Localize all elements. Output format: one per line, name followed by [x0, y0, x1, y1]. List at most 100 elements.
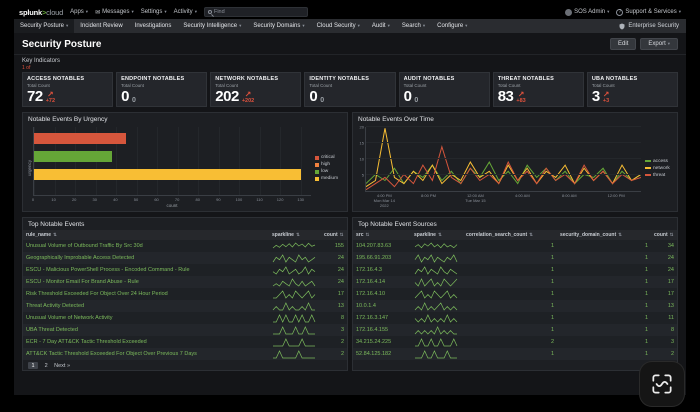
table-row[interactable]: Geographically Improbable Access Detecte…: [23, 252, 347, 264]
find-search-box[interactable]: [203, 7, 308, 17]
rule-name-link[interactable]: UBA Threat Detected: [26, 327, 78, 333]
kpi-access-notables[interactable]: ACCESS NOTABLES Total Count 72 ↗ +72: [22, 72, 114, 107]
count-cell[interactable]: 2: [321, 336, 347, 348]
security-domain-count-cell[interactable]: 1: [557, 276, 651, 288]
src-link[interactable]: 172.16.4.14: [356, 279, 385, 285]
col-security-domain-count[interactable]: security_domain_count: [557, 230, 651, 240]
src-link[interactable]: 172.16.3.147: [356, 315, 388, 321]
find-input[interactable]: [213, 9, 304, 15]
table-row[interactable]: 172.16.4.3 1 1 24: [353, 264, 677, 276]
src-link[interactable]: 52.84.125.182: [356, 351, 391, 357]
legend-item-network[interactable]: network: [645, 166, 673, 171]
table-row[interactable]: 172.16.4.14 1 1 17: [353, 276, 677, 288]
table-row[interactable]: 172.16.4.155 1 1 8: [353, 324, 677, 336]
page-button-1[interactable]: 1: [28, 362, 39, 369]
table-row[interactable]: 172.16.4.10 1 1 17: [353, 288, 677, 300]
count-cell[interactable]: 2: [651, 348, 677, 360]
correlation-search-count-cell[interactable]: 1: [463, 312, 557, 324]
correlation-search-count-cell[interactable]: 1: [463, 348, 557, 360]
kpi-uba-notables[interactable]: UBA NOTABLES Total Count 3 ↗ +3: [586, 72, 678, 107]
col-count[interactable]: count: [651, 230, 677, 240]
col-sparkline[interactable]: sparkline: [411, 230, 463, 240]
count-cell[interactable]: 17: [651, 288, 677, 300]
legend-item-access[interactable]: access: [645, 159, 673, 164]
nav-search[interactable]: Search ▾: [396, 19, 431, 33]
table-row[interactable]: 10.0.1.4 1 1 13: [353, 300, 677, 312]
src-link[interactable]: 172.16.4.155: [356, 327, 388, 333]
src-link[interactable]: 172.16.4.10: [356, 291, 385, 297]
table-row[interactable]: 104.207.83.63 1 1 34: [353, 240, 677, 252]
table-row[interactable]: ECR - 7 Day ATT&CK Tactic Threshold Exce…: [23, 336, 347, 348]
table-row[interactable]: ESCU - Malicious PowerShell Process - En…: [23, 264, 347, 276]
nav-security-domains[interactable]: Security Domains ▾: [247, 19, 310, 33]
splunk-cloud-logo[interactable]: splunk>cloud: [19, 8, 63, 17]
correlation-search-count-cell[interactable]: 1: [463, 240, 557, 252]
kpi-identity-notables[interactable]: IDENTITY NOTABLES Total Count 0↗0: [304, 72, 396, 107]
edit-button[interactable]: Edit: [610, 38, 637, 50]
security-domain-count-cell[interactable]: 1: [557, 264, 651, 276]
src-link[interactable]: 34.215.24.225: [356, 339, 391, 345]
count-cell[interactable]: 17: [651, 276, 677, 288]
kpi-threat-notables[interactable]: THREAT NOTABLES Total Count 83 ↗ +83: [492, 72, 584, 107]
rule-name-link[interactable]: ESCU - Monitor Email For Brand Abuse - R…: [26, 279, 139, 285]
nav-security-intelligence[interactable]: Security Intelligence ▾: [177, 19, 247, 33]
rule-name-link[interactable]: ATT&CK Tactic Threshold Exceeded For Obj…: [26, 351, 197, 357]
rule-name-link[interactable]: Geographically Improbable Access Detecte…: [26, 255, 134, 261]
security-domain-count-cell[interactable]: 1: [557, 240, 651, 252]
legend-item-medium[interactable]: medium: [315, 176, 343, 181]
count-cell[interactable]: 24: [651, 252, 677, 264]
security-domain-count-cell[interactable]: 1: [557, 336, 651, 348]
nav-cloud-security[interactable]: Cloud Security ▾: [311, 19, 366, 33]
count-cell[interactable]: 11: [651, 312, 677, 324]
src-link[interactable]: 195.66.91.203: [356, 255, 391, 261]
src-link[interactable]: 10.0.1.4: [356, 303, 376, 309]
count-cell[interactable]: 13: [321, 300, 347, 312]
src-link[interactable]: 172.16.4.3: [356, 267, 382, 273]
col-rule-name[interactable]: rule_name: [23, 230, 269, 240]
security-domain-count-cell[interactable]: 1: [557, 252, 651, 264]
export-button[interactable]: Export ▾: [640, 38, 678, 50]
messages-menu[interactable]: ✉ Messages ▾: [95, 9, 134, 16]
kpi-network-notables[interactable]: NETWORK NOTABLES Total Count 202 ↗ +202: [210, 72, 302, 107]
security-domain-count-cell[interactable]: 1: [557, 300, 651, 312]
col-sparkline[interactable]: sparkline: [269, 230, 321, 240]
settings-menu[interactable]: Settings ▾: [141, 9, 167, 15]
nav-investigations[interactable]: Investigations: [129, 19, 178, 33]
security-domain-count-cell[interactable]: 1: [557, 312, 651, 324]
legend-item-threat[interactable]: threat: [645, 173, 673, 178]
rule-name-link[interactable]: Threat Activity Detected: [26, 303, 84, 309]
support-menu[interactable]: ? Support & Services ▾: [616, 8, 681, 16]
count-cell[interactable]: 13: [651, 300, 677, 312]
count-cell[interactable]: 2: [321, 348, 347, 360]
security-domain-count-cell[interactable]: 1: [557, 324, 651, 336]
kpi-endpoint-notables[interactable]: ENDPOINT NOTABLES Total Count 0↗0: [116, 72, 208, 107]
correlation-search-count-cell[interactable]: 1: [463, 264, 557, 276]
rule-name-link[interactable]: Unusual Volume of Network Activity: [26, 315, 113, 321]
correlation-search-count-cell[interactable]: 1: [463, 324, 557, 336]
activity-menu[interactable]: Activity ▾: [174, 9, 197, 15]
legend-item-low[interactable]: low: [315, 169, 343, 174]
col-correlation-search-count[interactable]: correlation_search_count: [463, 230, 557, 240]
correlation-search-count-cell[interactable]: 1: [463, 252, 557, 264]
apps-menu[interactable]: Apps ▾: [70, 9, 88, 15]
rule-name-link[interactable]: ESCU - Malicious PowerShell Process - En…: [26, 267, 190, 273]
count-cell[interactable]: 8: [651, 324, 677, 336]
count-cell[interactable]: 3: [321, 324, 347, 336]
kpi-audit-notables[interactable]: AUDIT NOTABLES Total Count 0↗0: [398, 72, 490, 107]
table-row[interactable]: UBA Threat Detected 3: [23, 324, 347, 336]
user-menu[interactable]: SOS Admin ▾: [565, 8, 609, 16]
urgency-bar-critical[interactable]: [34, 133, 127, 144]
count-cell[interactable]: 17: [321, 288, 347, 300]
count-cell[interactable]: 24: [321, 252, 347, 264]
rule-name-link[interactable]: ECR - 7 Day ATT&CK Tactic Threshold Exce…: [26, 339, 147, 345]
count-cell[interactable]: 24: [321, 264, 347, 276]
table-row[interactable]: Unusual Volume of Network Activity 8: [23, 312, 347, 324]
count-cell[interactable]: 3: [651, 336, 677, 348]
correlation-search-count-cell[interactable]: 1: [463, 300, 557, 312]
table-row[interactable]: Threat Activity Detected 13: [23, 300, 347, 312]
count-cell[interactable]: 24: [651, 264, 677, 276]
table-row[interactable]: 52.84.125.182 1 1 2: [353, 348, 677, 360]
nav-audit[interactable]: Audit ▾: [366, 19, 396, 33]
rule-name-link[interactable]: Risk Threshold Exceeded For Object Over …: [26, 291, 168, 297]
urgency-bar-medium[interactable]: [34, 169, 301, 180]
